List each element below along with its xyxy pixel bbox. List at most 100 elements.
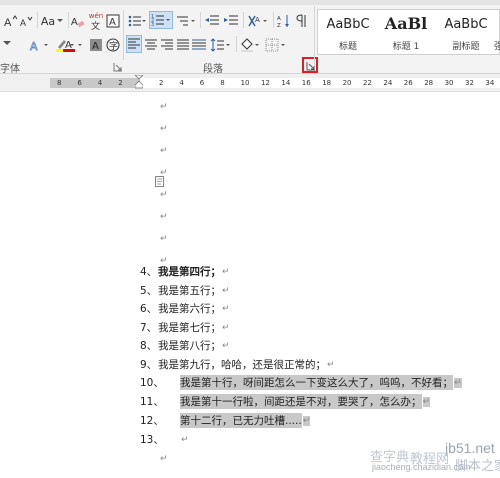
- paragraph-mark: ↵: [160, 234, 168, 244]
- char-border-button[interactable]: A: [105, 12, 121, 30]
- list-item[interactable]: 11、 我是第十一行啦，间距还是不对，要哭了，怎么办； ↵: [140, 393, 431, 410]
- ruler-number: 10: [240, 79, 250, 87]
- list-item[interactable]: 12、 第十二行，已无力吐槽..... ↵: [140, 412, 311, 429]
- align-left-button[interactable]: [126, 35, 142, 53]
- list-number: 4、: [140, 266, 158, 278]
- ruler-number: 30: [444, 79, 454, 87]
- document-page[interactable]: ↵ ↵ ↵ ↵ ↵ ↵ ↵ ↵ ↵ 4、 我是第四行； ↵ 5、 我是第五行； ↵ 6、 我是第六行； ↵ 7、我…: [0, 92, 500, 478]
- paragraph-mark: ↵: [181, 434, 189, 445]
- separator: [273, 12, 274, 28]
- numbering-button[interactable]: 123: [149, 11, 173, 29]
- increase-indent-icon[interactable]: [222, 12, 240, 30]
- ruler-number: 16: [301, 79, 311, 87]
- separator: [243, 12, 244, 28]
- clear-format-icon[interactable]: A: [70, 12, 86, 30]
- list-number: 9、: [140, 359, 158, 371]
- style-title[interactable]: AaBbC 标题: [320, 10, 376, 54]
- style-subtitle[interactable]: AaBbC 副标题: [438, 10, 494, 54]
- list-number: 6、: [140, 303, 158, 315]
- list-item-text: 我是第十一行啦，间距还是不对，要哭了，怎么办；: [180, 394, 422, 409]
- paragraph-mark: ↵: [327, 359, 335, 370]
- pinyin-guide-text: wén: [88, 12, 104, 20]
- list-item[interactable]: 10、 我是第十行，呀间距怎么一下变这么大了，呜呜，不好看； ↵: [140, 374, 462, 391]
- line-spacing-button[interactable]: [209, 36, 233, 54]
- paragraph-mark: ↵: [160, 212, 168, 222]
- style-subtitle-sample: AaBbC: [444, 17, 488, 32]
- ruler-number: 8: [220, 79, 225, 87]
- change-case-button[interactable]: Aa: [40, 12, 64, 30]
- svg-text:A: A: [277, 16, 281, 22]
- svg-text:A: A: [71, 17, 78, 28]
- svg-text:A: A: [20, 18, 26, 28]
- list-item[interactable]: 4、 我是第四行； ↵: [140, 263, 230, 280]
- paragraph-mark: ↵: [160, 168, 168, 178]
- chinese-layout-button[interactable]: A: [246, 12, 270, 30]
- shading-button[interactable]: [239, 36, 263, 54]
- align-center-button[interactable]: [143, 36, 159, 54]
- list-item[interactable]: 7、 我是第七行； ↵: [140, 319, 230, 336]
- paragraph-mark: ↵: [454, 377, 462, 388]
- style-strong[interactable]: 强: [494, 10, 500, 54]
- list-number: 11、: [140, 396, 164, 408]
- paragraph-mark: ↵: [160, 190, 168, 200]
- list-number: 12、: [140, 415, 164, 427]
- list-item-text: 我是第十行，呀间距怎么一下变这么大了，呜呜，不好看；: [180, 375, 453, 390]
- paragraph-mark: ↵: [222, 303, 230, 314]
- style-strong-name: 强: [494, 39, 500, 52]
- strike-arrow-icon[interactable]: [2, 36, 12, 54]
- ruler-number: 32: [465, 79, 474, 87]
- list-item[interactable]: 6、 我是第六行； ↵: [140, 300, 230, 317]
- group-separator: [314, 6, 315, 66]
- shrink-font-button[interactable]: A: [18, 12, 34, 30]
- ruler-number: 26: [403, 79, 413, 87]
- list-item[interactable]: 5、 我是第五行； ↵: [140, 282, 230, 299]
- align-right-button[interactable]: [159, 36, 175, 54]
- list-number: 7、: [140, 322, 158, 334]
- separator: [236, 36, 237, 52]
- list-item[interactable]: 13、 ↵: [140, 431, 189, 448]
- enclose-char-button[interactable]: 字: [105, 36, 121, 54]
- ruler-number: 2: [159, 79, 164, 87]
- list-item[interactable]: 8、 我是第八行； ↵: [140, 337, 230, 354]
- multilevel-list-button[interactable]: [175, 12, 197, 30]
- show-marks-icon[interactable]: [295, 12, 311, 30]
- ribbon-top-strip: [0, 0, 500, 5]
- list-number: 5、: [140, 285, 158, 297]
- decrease-indent-icon[interactable]: [203, 12, 221, 30]
- list-item[interactable]: 9、 我是第九行，哈哈，还是很正常的； ↵: [140, 356, 335, 373]
- ruler-margin-shade: [50, 78, 140, 88]
- borders-button[interactable]: [264, 36, 288, 54]
- styles-gallery: AaBbC 标题 AaBl 标题 1 AaBbC 副标题 强: [317, 9, 500, 55]
- paragraph-mark: ↵: [302, 415, 311, 426]
- ruler-number: 34: [485, 79, 495, 87]
- distribute-icon[interactable]: [191, 36, 207, 54]
- ruler-number: 6: [199, 79, 205, 87]
- grow-font-button[interactable]: A: [2, 12, 18, 30]
- bullets-button[interactable]: [127, 12, 147, 30]
- paragraph-mark: ↵: [160, 146, 168, 156]
- paragraph-mark: ↵: [422, 396, 431, 407]
- paragraph-mark: ↵: [160, 454, 168, 464]
- svg-text:A: A: [109, 17, 116, 28]
- svg-text:A: A: [92, 41, 99, 52]
- pinyin-guide-button[interactable]: wén 文: [88, 10, 104, 32]
- paragraph-mark: ↵: [222, 266, 230, 277]
- change-case-label: Aa: [40, 14, 56, 28]
- sort-icon[interactable]: AZ: [276, 12, 292, 30]
- separator: [68, 12, 69, 28]
- list-item-text: 我是第六行；: [158, 303, 221, 315]
- char-shading-button[interactable]: A: [88, 36, 104, 54]
- ruler-number: 28: [424, 79, 434, 87]
- paragraph-mark: ↵: [222, 340, 230, 351]
- font-color-button[interactable]: A: [60, 36, 86, 54]
- list-item-text: 我是第七行；: [158, 322, 221, 334]
- horizontal-ruler[interactable]: 8 6 4 2 2 4 6 8 10 12 14 16 18 20 22 24 26 28 30 32 34: [0, 74, 500, 92]
- font-dialog-launcher-icon[interactable]: [113, 62, 123, 72]
- text-effects-button[interactable]: A: [28, 36, 52, 54]
- justify-button[interactable]: [175, 36, 191, 54]
- paragraph-mark: ↵: [160, 102, 168, 112]
- style-heading-1[interactable]: AaBl 标题 1: [376, 10, 436, 54]
- svg-text:字: 字: [109, 40, 118, 52]
- style-title-sample: AaBbC: [326, 17, 370, 32]
- indent-marker-icon[interactable]: [135, 75, 143, 89]
